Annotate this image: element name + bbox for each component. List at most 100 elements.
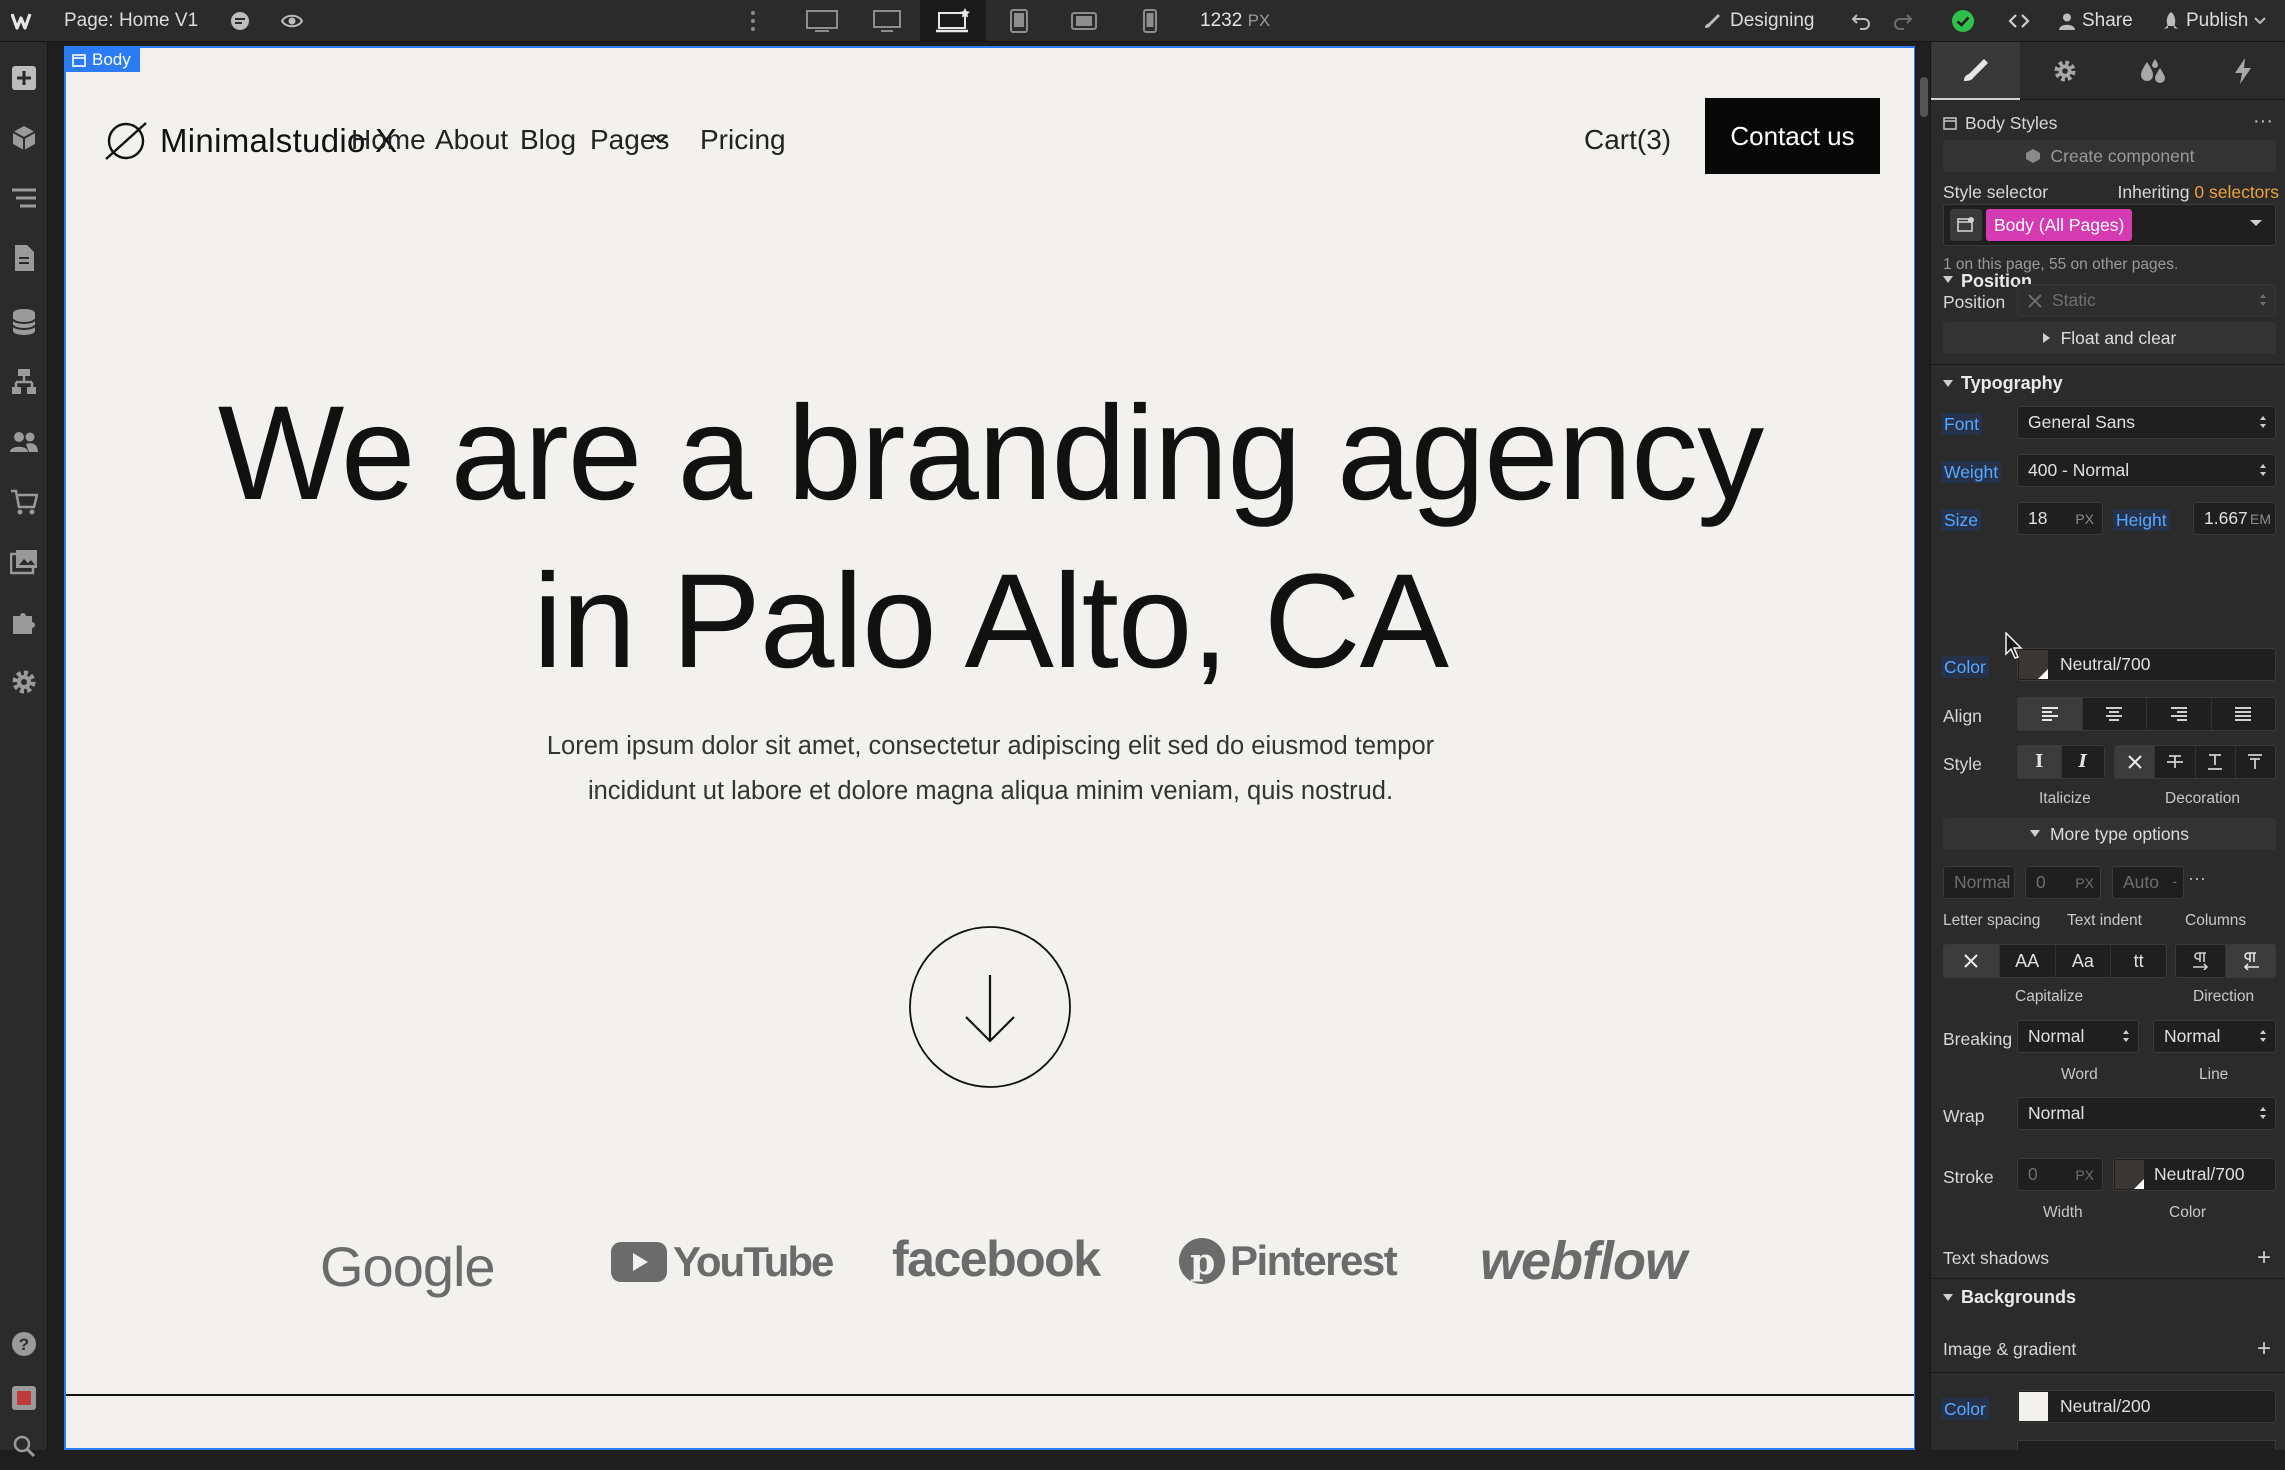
align-left-icon[interactable] xyxy=(2018,698,2083,730)
breakpoint-base-icon[interactable] xyxy=(920,0,986,42)
chevron-down-icon[interactable] xyxy=(652,134,668,144)
breakpoint-desktop-icon[interactable] xyxy=(865,0,909,42)
stroke-width-input[interactable]: 0 PX xyxy=(2017,1158,2103,1191)
code-icon[interactable] xyxy=(2002,0,2036,42)
webflow-logo-icon[interactable] xyxy=(8,0,40,42)
text-indent-input[interactable]: 0 PX xyxy=(2025,866,2101,899)
no-decoration-icon[interactable] xyxy=(2115,746,2156,778)
design-canvas[interactable]: Minimalstudio X Home About Blog Pages Pr… xyxy=(48,42,1915,1450)
scrollbar-thumb[interactable] xyxy=(1920,77,1928,117)
comments-icon[interactable] xyxy=(222,0,258,42)
align-right-icon[interactable] xyxy=(2147,698,2212,730)
add-text-shadow-icon[interactable]: + xyxy=(2257,1246,2271,1270)
navigator-icon[interactable] xyxy=(0,174,48,222)
typography-section-header[interactable]: Typography xyxy=(1931,364,2285,402)
designer-mode-button[interactable]: Designing xyxy=(1702,0,1815,42)
status-check-icon[interactable] xyxy=(1948,0,1978,42)
nav-about[interactable]: About xyxy=(435,124,508,156)
more-type-options-toggle[interactable]: More type options xyxy=(1943,818,2276,850)
selected-element-tag[interactable]: Body xyxy=(66,48,140,72)
line-break-select[interactable]: Normal xyxy=(2153,1020,2276,1053)
text-indent-unit[interactable]: PX xyxy=(2075,875,2094,891)
line-height-input[interactable]: 1.667 EM xyxy=(2193,502,2276,535)
font-select[interactable]: General Sans xyxy=(2017,406,2276,439)
site-preview[interactable]: Minimalstudio X Home About Blog Pages Pr… xyxy=(66,48,1915,1450)
stroke-color-swatch[interactable] xyxy=(2115,1160,2144,1189)
more-options-icon[interactable]: ··· xyxy=(2253,110,2273,133)
stroke-width-unit[interactable]: PX xyxy=(2075,1167,2094,1183)
background-color-field[interactable]: Neutral/200 xyxy=(2017,1390,2276,1423)
breakpoint-large-desktop-icon[interactable] xyxy=(800,0,844,42)
size-input[interactable]: 18 PX xyxy=(2017,502,2103,535)
cms-database-icon[interactable] xyxy=(0,298,48,346)
selector-state-icon[interactable] xyxy=(1950,209,1982,241)
preview-eye-icon[interactable] xyxy=(274,0,310,42)
columns-unit[interactable]: - xyxy=(2172,873,2177,889)
pages-icon[interactable] xyxy=(0,234,48,282)
assets-icon[interactable] xyxy=(0,538,48,586)
regular-style-icon[interactable]: I xyxy=(2018,746,2062,778)
apps-puzzle-icon[interactable] xyxy=(0,598,48,646)
add-background-image-icon[interactable]: + xyxy=(2257,1337,2271,1361)
italic-style-icon[interactable]: I xyxy=(2062,746,2105,778)
nav-home[interactable]: Home xyxy=(351,124,426,156)
breakpoint-mobile-portrait-icon[interactable] xyxy=(1128,0,1172,42)
style-selector-field[interactable]: Body (All Pages) xyxy=(1943,204,2276,246)
line-height-unit[interactable]: EM xyxy=(2250,511,2271,527)
nav-pricing[interactable]: Pricing xyxy=(700,124,786,156)
weight-select[interactable]: 400 - Normal xyxy=(2017,454,2276,487)
add-elements-icon[interactable] xyxy=(0,54,48,102)
uppercase-icon[interactable]: AA xyxy=(2000,945,2056,977)
wrap-select[interactable]: Normal xyxy=(2017,1097,2276,1130)
users-icon[interactable] xyxy=(0,418,48,466)
share-button[interactable]: Share xyxy=(2058,0,2133,42)
size-unit[interactable]: PX xyxy=(2075,511,2094,527)
strikethrough-icon[interactable] xyxy=(2155,746,2196,778)
tab-settings[interactable] xyxy=(2020,42,2109,100)
rtl-direction-icon[interactable] xyxy=(2226,945,2275,977)
tab-style-manager[interactable] xyxy=(2109,42,2198,100)
canvas-scrollbar[interactable] xyxy=(1918,42,1930,1450)
components-cube-icon[interactable] xyxy=(0,114,48,162)
settings-gear-icon[interactable] xyxy=(0,658,48,706)
breakpoint-tablet-icon[interactable] xyxy=(997,0,1041,42)
letter-spacing-input[interactable]: Normal - xyxy=(1943,866,2015,899)
inheriting-info[interactable]: Inheriting 0 selectors xyxy=(2118,182,2280,203)
undo-icon[interactable] xyxy=(1846,0,1876,42)
search-icon[interactable] xyxy=(0,1422,48,1470)
ecommerce-cart-icon[interactable] xyxy=(0,478,48,526)
columns-input[interactable]: Auto - xyxy=(2112,866,2184,899)
no-transform-icon[interactable] xyxy=(1944,945,2000,977)
selector-chip[interactable]: Body (All Pages) xyxy=(1986,209,2133,241)
breakpoint-mobile-landscape-icon[interactable] xyxy=(1062,0,1106,42)
lowercase-icon[interactable]: tt xyxy=(2111,945,2166,977)
text-color-field[interactable]: Neutral/700 xyxy=(2017,648,2276,681)
position-select[interactable]: Static xyxy=(2017,284,2276,317)
help-icon[interactable]: ? xyxy=(0,1320,48,1368)
capitalize-icon[interactable]: Aa xyxy=(2056,945,2112,977)
contact-us-button[interactable]: Contact us xyxy=(1705,98,1880,174)
ltr-direction-icon[interactable] xyxy=(2176,945,2226,977)
backgrounds-section-header[interactable]: Backgrounds xyxy=(1931,1278,2285,1316)
background-color-swatch[interactable] xyxy=(2019,1392,2048,1421)
create-component-button[interactable]: Create component xyxy=(1943,140,2276,172)
video-tutorials-icon[interactable] xyxy=(0,1374,48,1422)
float-and-clear-toggle[interactable]: Float and clear xyxy=(1943,322,2276,354)
tab-interactions[interactable] xyxy=(2198,42,2285,100)
align-center-icon[interactable] xyxy=(2083,698,2147,730)
overline-icon[interactable] xyxy=(2236,746,2275,778)
cart-link[interactable]: Cart(3) xyxy=(1584,124,1671,156)
page-selector[interactable]: Page: Home V1 xyxy=(64,0,198,42)
inheriting-count[interactable]: 0 selectors xyxy=(2194,182,2279,202)
align-justify-icon[interactable] xyxy=(2212,698,2276,730)
scroll-down-arrow-icon[interactable] xyxy=(908,925,1072,1089)
more-options-icon[interactable]: ··· xyxy=(2188,868,2206,889)
caret-down-icon[interactable] xyxy=(2249,219,2263,228)
letter-spacing-unit[interactable]: - xyxy=(2003,873,2008,889)
publish-button[interactable]: Publish xyxy=(2162,0,2267,42)
tab-style[interactable] xyxy=(1931,42,2020,100)
underline-icon[interactable] xyxy=(2196,746,2236,778)
logic-flow-icon[interactable] xyxy=(0,358,48,406)
nav-blog[interactable]: Blog xyxy=(520,124,576,156)
word-break-select[interactable]: Normal xyxy=(2017,1020,2139,1053)
